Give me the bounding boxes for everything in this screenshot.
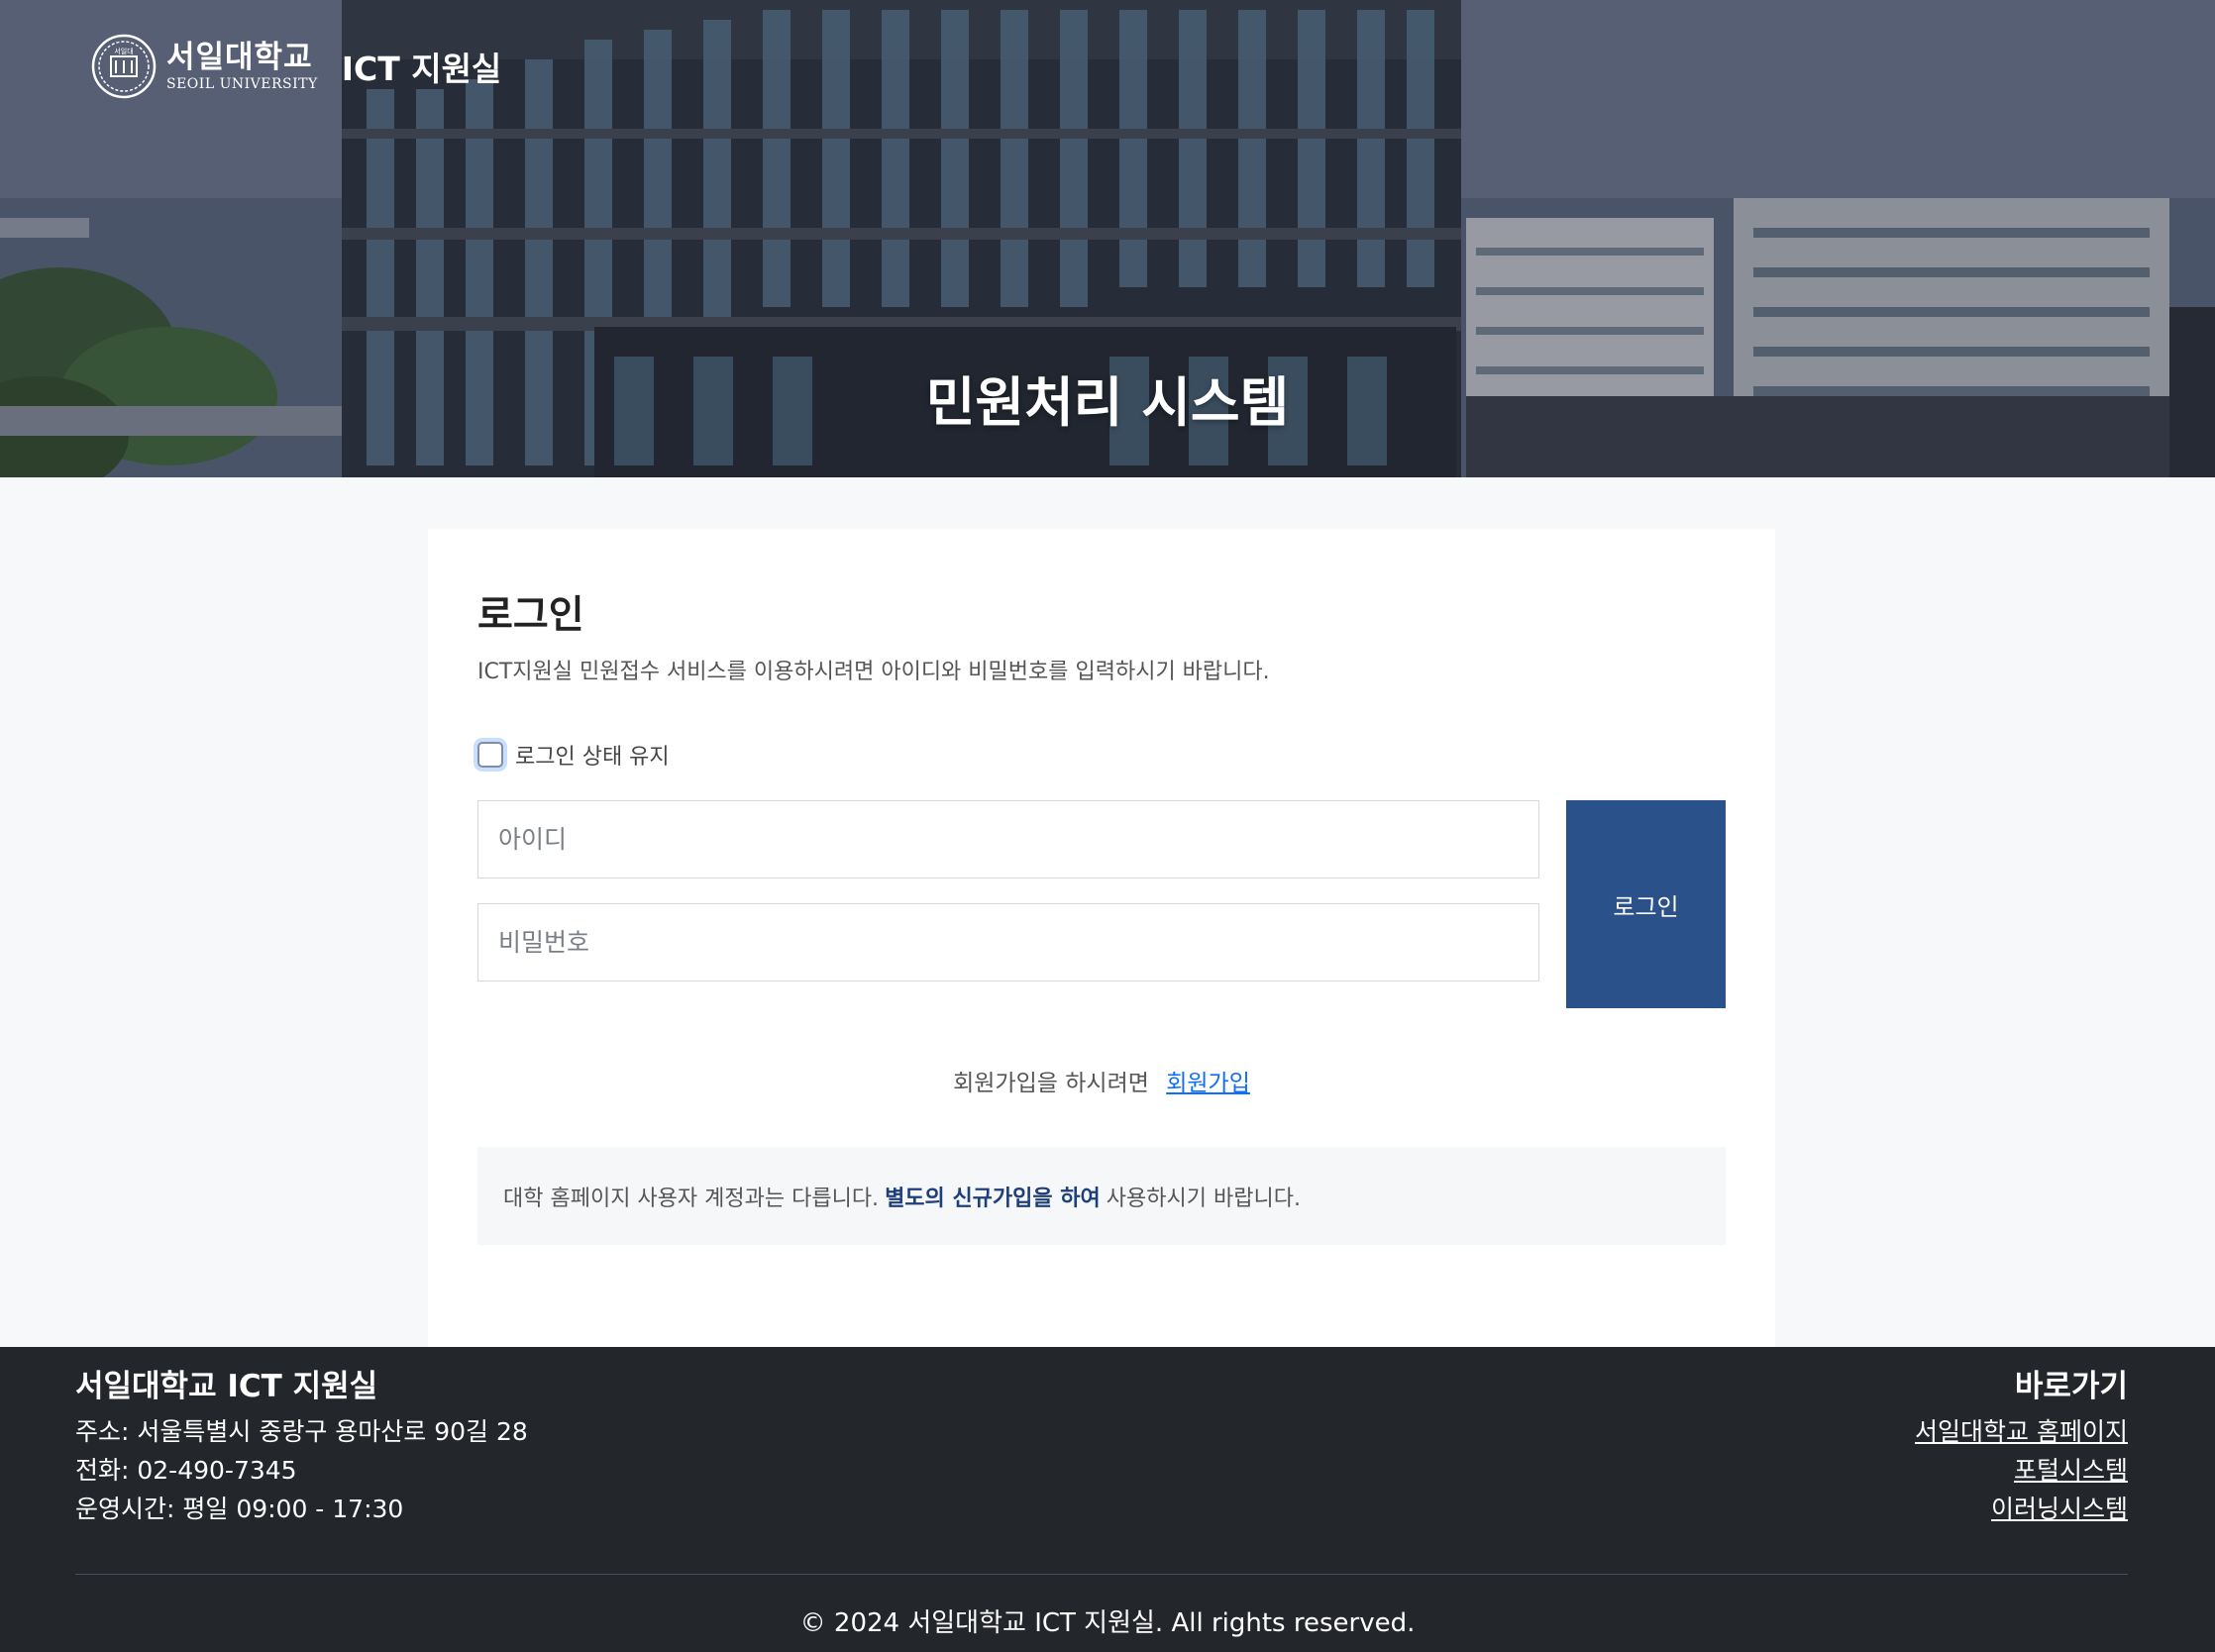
svg-text:서일대: 서일대 — [114, 47, 133, 55]
footer-divider — [75, 1574, 2128, 1575]
copyright: © 2024 서일대학교 ICT 지원실. All rights reserve… — [799, 1608, 1416, 1638]
quick-links: 서일대학교 홈페이지 포털시스템 이러닝시스템 — [1915, 1412, 2128, 1528]
login-description: ICT지원실 민원접수 서비스를 이용하시려면 아이디와 비밀번호를 입력하시기… — [477, 660, 1270, 684]
notice-suffix: 사용하시기 바랍니다. — [1106, 1186, 1301, 1211]
quick-link-university-homepage[interactable]: 서일대학교 홈페이지 — [1915, 1412, 2128, 1451]
university-emblem-icon: 서일대 — [91, 34, 157, 99]
remember-login-label[interactable]: 로그인 상태 유지 — [515, 739, 670, 771]
footer-address: 주소: 서울특별시 중랑구 용마산로 90길 28 — [75, 1417, 528, 1446]
user-id-input[interactable] — [477, 800, 1539, 878]
footer-hours: 운영시간: 평일 09:00 - 17:30 — [75, 1495, 404, 1523]
brand-english-name: SEOIL UNIVERSITY — [166, 76, 318, 92]
university-brand[interactable]: 서일대 서일대학교 SEOIL UNIVERSITY ICT 지원실 — [91, 34, 501, 99]
brand-korean-name: 서일대학교 — [166, 40, 313, 75]
login-button[interactable]: 로그인 — [1566, 800, 1726, 1008]
signup-row: 회원가입을 하시려면 회원가입 — [428, 1064, 1775, 1097]
page-title: 민원처리 시스템 — [925, 371, 1290, 434]
notice-emphasis: 별도의 신규가입을 하여 — [885, 1186, 1101, 1211]
remember-login[interactable]: 로그인 상태 유지 — [477, 739, 670, 771]
footer: 서일대학교 ICT 지원실 주소: 서울특별시 중랑구 용마산로 90길 28 … — [0, 1347, 2215, 1652]
login-card: 로그인 ICT지원실 민원접수 서비스를 이용하시려면 아이디와 비밀번호를 입… — [428, 529, 1775, 1347]
department-name: ICT 지원실 — [341, 50, 502, 88]
footer-title: 서일대학교 ICT 지원실 — [75, 1369, 378, 1404]
footer-phone: 전화: 02-490-7345 — [75, 1456, 297, 1485]
hero-banner: 서일대 서일대학교 SEOIL UNIVERSITY ICT 지원실 민원처리 … — [0, 0, 2215, 477]
remember-login-checkbox[interactable] — [477, 742, 503, 768]
quick-link-portal-system[interactable]: 포털시스템 — [2014, 1451, 2128, 1490]
account-notice: 대학 홈페이지 사용자 계정과는 다릅니다. 별도의 신규가입을 하여 사용하시… — [477, 1147, 1726, 1245]
signup-link[interactable]: 회원가입 — [1166, 1071, 1250, 1096]
quick-links-title: 바로가기 — [2014, 1369, 2128, 1404]
notice-prefix: 대학 홈페이지 사용자 계정과는 다릅니다. — [503, 1186, 880, 1211]
footer-contact-info: 주소: 서울특별시 중랑구 용마산로 90길 28 전화: 02-490-734… — [75, 1412, 528, 1528]
password-input[interactable] — [477, 903, 1539, 981]
quick-link-elearning-system[interactable]: 이러닝시스템 — [1991, 1490, 2128, 1528]
login-heading: 로그인 — [477, 593, 584, 638]
signup-prompt: 회원가입을 하시려면 — [953, 1071, 1149, 1096]
